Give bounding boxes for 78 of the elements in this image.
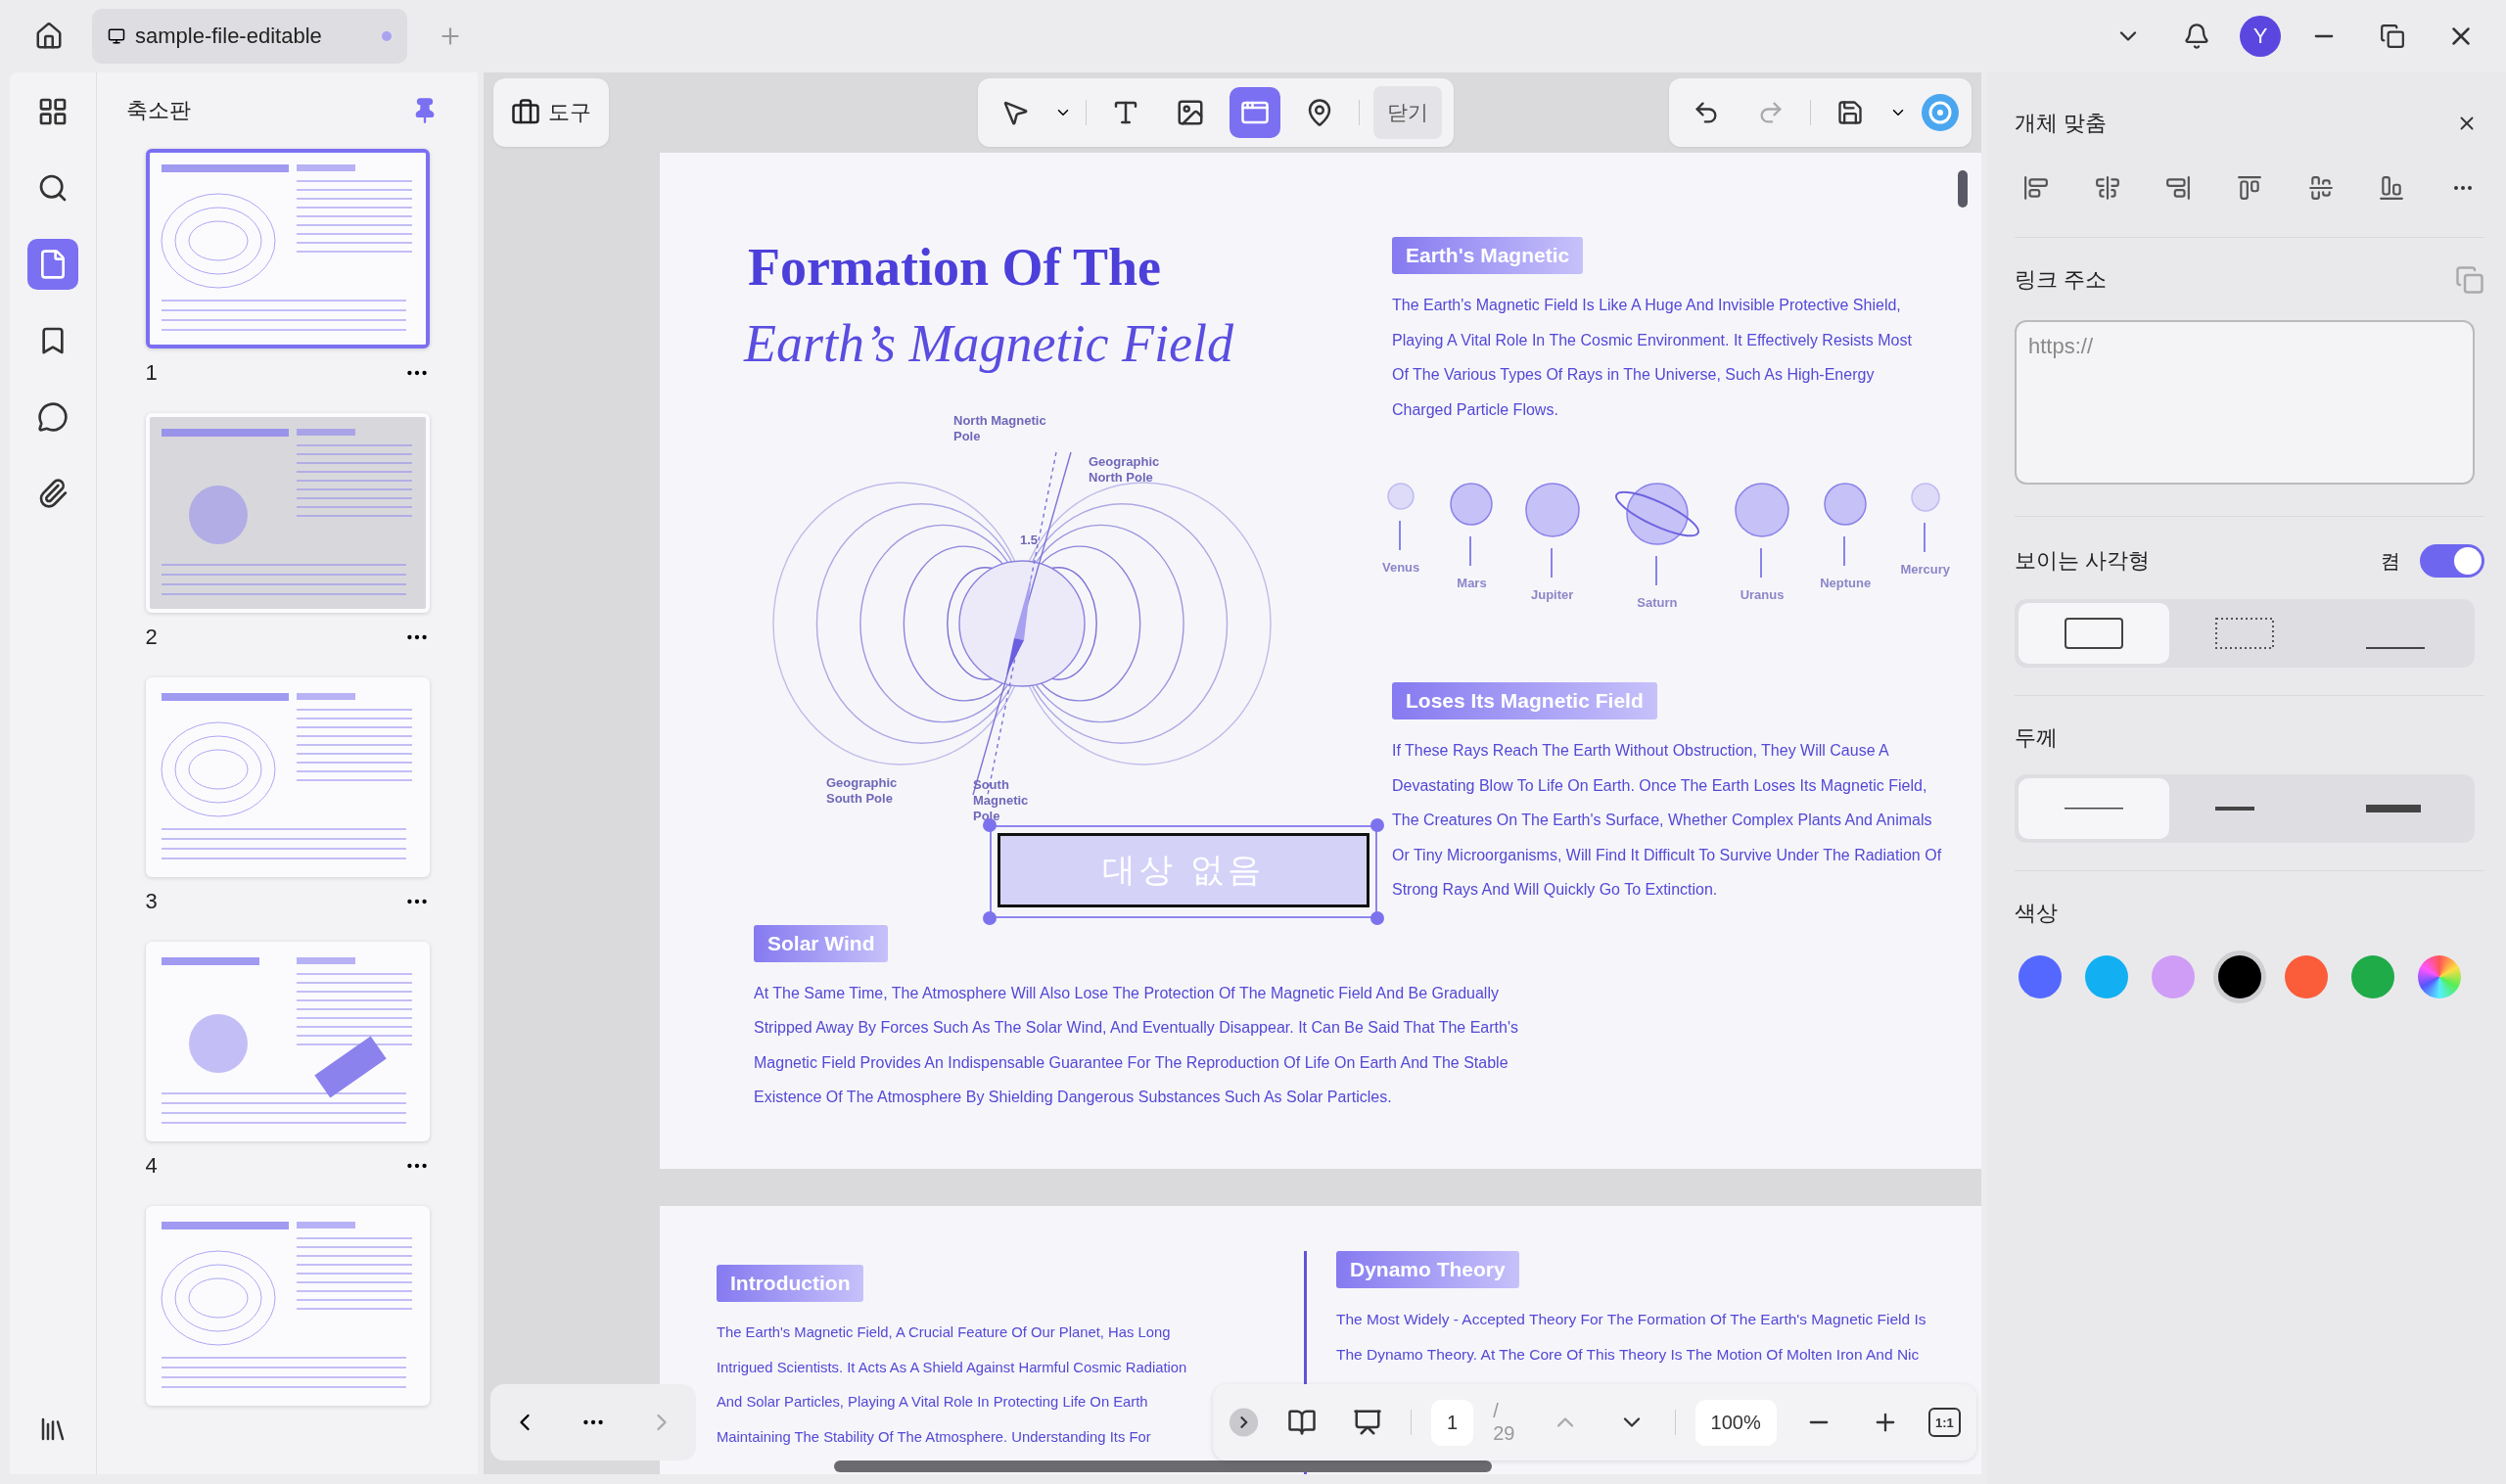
resize-handle[interactable] xyxy=(983,911,997,925)
resize-handle[interactable] xyxy=(983,818,997,832)
page-number: 3 xyxy=(145,889,158,914)
page-number-field[interactable]: 1 xyxy=(1431,1399,1474,1446)
tab-title: sample-file-editable xyxy=(135,23,323,49)
section-text: The Dynamo Theory. At The Core Of This Theory Is The Motion Of Molten Iron And Nic xyxy=(1336,1344,1921,1365)
page-thumbnail[interactable] xyxy=(145,1206,430,1406)
page-thumbnail[interactable] xyxy=(145,942,430,1141)
user-avatar[interactable]: Y xyxy=(2240,16,2281,57)
monitor-icon xyxy=(108,27,125,45)
close-button[interactable]: 닫기 xyxy=(1373,86,1442,139)
section-text: At The Same Time, The Atmosphere Will Also Lose The Protection Of The Magnetic Field And Be Gradually Stripped Away By Forces Such As The Solar Wind, And Eventually Disappear. It Can Be Said That The Earth's Magnetic Field Provides An Indispensable Guarantee For The Reproduction Of Life On Earth And The Stable Existence Of The Atmosphere By Shielding Dangerous Substances Such As Solar Particles. xyxy=(754,983,1519,1107)
underline-icon xyxy=(2364,646,2427,650)
zoom-field[interactable]: 100% xyxy=(1694,1399,1777,1446)
scrollbar[interactable] xyxy=(834,1461,1492,1472)
selection-frame[interactable] xyxy=(990,825,1377,918)
color-swatch[interactable] xyxy=(2019,955,2062,998)
section-text: If These Rays Reach The Earth Without Obstruction, They Will Cause A Devastating Blow To Life On Earth. Once The Earth Loses Its Magnetic Field, The Creatures On The Earth's Surface, Whether Complex Plants And Animals Or Tiny Microorganisms, Will Find It Difficult To Survive Under The Radiation Of Strong Rays And Will Quickly Go To Extinction. xyxy=(1392,741,1943,900)
section-heading: Dynamo Theory xyxy=(1336,1251,1519,1288)
planet-icon xyxy=(1449,482,1495,527)
section-label: 링크 주소 xyxy=(2015,266,2108,294)
section-text: The Earth's Magnetic Field, A Crucial Feature Of Our Planet, Has Long Intrigued Scientists. It Acts As A Shield Against Harmful Cosmic Radiation And Solar Particles, Playing A Vital Role In Protecting Life On Earth Maintaining The Stability Of The Atmosphere. Understanding Its For xyxy=(717,1323,1188,1447)
page-number: 2 xyxy=(145,625,158,650)
dotted-rectangle-icon xyxy=(2213,616,2276,651)
page-icon[interactable] xyxy=(27,239,78,290)
planet-icon xyxy=(1386,482,1416,511)
toggle-label: 켬 xyxy=(2381,548,2400,574)
section-text: The Most Widely - Accepted Theory For The Formation Of The Earth's Magnetic Field Is xyxy=(1336,1310,1927,1329)
section-heading: Solar Wind xyxy=(754,924,889,962)
page-title: Formation Of The xyxy=(748,237,1162,298)
visible-rect-toggle[interactable] xyxy=(2420,544,2484,578)
diagram-label: Geographic South Pole xyxy=(826,775,899,807)
panel-title: 개체 맞춤 xyxy=(2015,110,2108,137)
scrollbar[interactable] xyxy=(1958,170,1968,208)
link-field[interactable]: https:// xyxy=(2015,320,2475,485)
section-text: The Earth's Magnetic Field Is Like A Huge And Invisible Protective Shield, Playing A Vital Role In The Cosmic Environment. It Effectively Resists Most Of The Various Types Of Rays in The Universe, Such As High-Energy Charged Particle Flows. xyxy=(1392,296,1913,420)
color-swatch[interactable] xyxy=(2418,955,2461,998)
panel-title: 축소판 xyxy=(126,97,191,124)
planet-label: Mars xyxy=(1457,576,1487,590)
diagram-label: 1.5 xyxy=(1020,533,1040,548)
section-heading: Introduction xyxy=(717,1265,864,1302)
color-swatch[interactable] xyxy=(2152,955,2195,998)
page-number: 1 xyxy=(145,360,158,386)
actual-size-button[interactable]: 1:1 xyxy=(1927,1408,1961,1437)
planet-label: Jupiter xyxy=(1531,587,1574,602)
planet-icon xyxy=(1734,482,1791,538)
planet-icon xyxy=(1523,482,1581,538)
color-swatch[interactable] xyxy=(2285,955,2328,998)
planet-label: Saturn xyxy=(1637,595,1678,610)
planet-label: Neptune xyxy=(1820,576,1872,590)
page-thumbnail[interactable] xyxy=(145,677,430,877)
resize-handle[interactable] xyxy=(1370,818,1384,832)
page-subtitle: Earth’s Magnetic Field xyxy=(744,313,1234,374)
page-number: 4 xyxy=(145,1153,158,1179)
rectangle-icon xyxy=(2063,616,2125,651)
color-swatch[interactable] xyxy=(2085,955,2128,998)
expand-icon[interactable] xyxy=(1229,1406,1260,1439)
page-thumbnail[interactable] xyxy=(145,413,430,613)
border-style-option[interactable] xyxy=(2019,603,2169,664)
assistant-icon[interactable] xyxy=(1921,93,1960,132)
planet-label: Venus xyxy=(1382,560,1420,575)
planet-icon xyxy=(1823,482,1869,527)
diagram-label: Geographic North Pole xyxy=(1089,454,1161,486)
planet-label: Mercury xyxy=(1900,562,1950,577)
section-heading: Earth's Magnetic xyxy=(1392,237,1584,274)
section-heading: Loses Its Magnetic Field xyxy=(1392,682,1657,719)
diagram-label: North Magnetic Pole xyxy=(953,413,1047,444)
planet-label: Uranus xyxy=(1740,587,1785,602)
section-label: 보이는 사각형 xyxy=(2015,547,2151,575)
document-tab[interactable]: sample-file-editable xyxy=(92,9,407,64)
planet-icon xyxy=(1909,482,1941,513)
color-swatch[interactable] xyxy=(2351,955,2394,998)
unsaved-dot-icon xyxy=(382,31,392,41)
resize-handle[interactable] xyxy=(1370,911,1384,925)
section-label: 두께 xyxy=(2015,724,2059,752)
section-label: 색상 xyxy=(2015,900,2059,927)
page-thumbnail[interactable] xyxy=(145,149,430,348)
page-total: / 29 xyxy=(1493,1400,1516,1445)
